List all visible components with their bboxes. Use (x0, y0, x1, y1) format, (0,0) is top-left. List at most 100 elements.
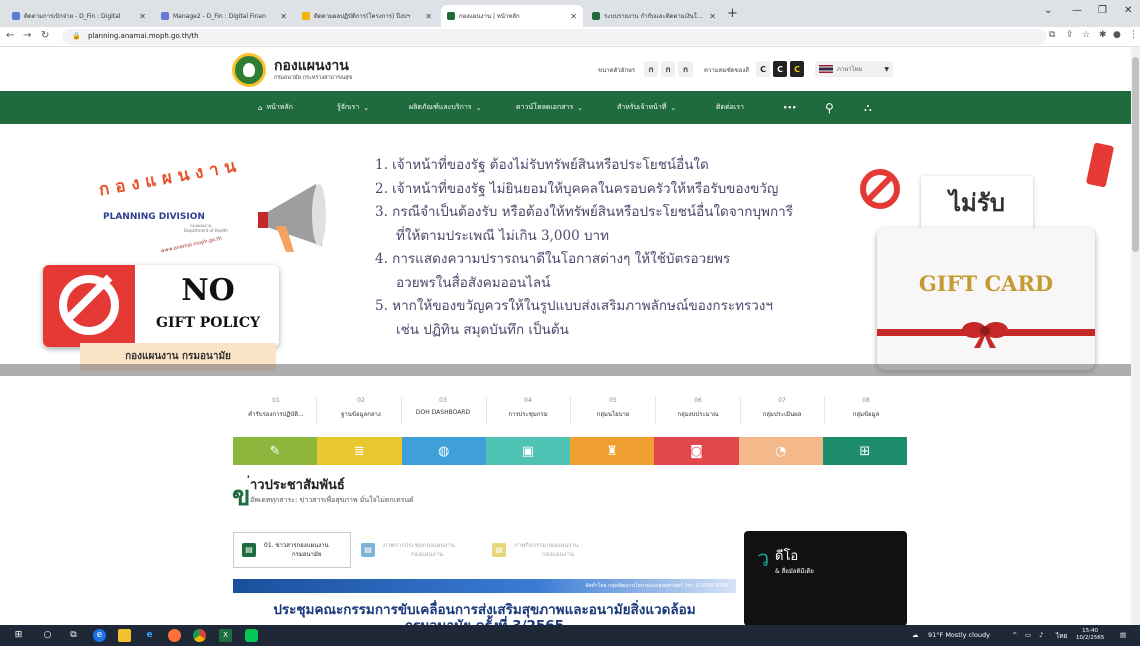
tab-search-icon[interactable]: ⌄ (1044, 5, 1052, 16)
search-icon[interactable]: ⚲ (825, 91, 834, 124)
edge-icon[interactable]: e (93, 629, 106, 642)
url-field[interactable]: 🔒 planning.anamai.moph.go.th/th (62, 29, 1047, 45)
tray-chevron-icon[interactable]: ^ (1012, 631, 1017, 639)
news-tab-title: ภาพกิจกรรมกองแผนงาน (514, 542, 579, 549)
browser-tab[interactable]: Manage2 - D_Fin : Digital Finan ✕ (155, 5, 293, 27)
news-tab-sub: กรมอนามัย (292, 551, 322, 558)
line-icon[interactable] (245, 629, 258, 642)
close-tab-icon[interactable]: ✕ (139, 12, 146, 21)
quick-link-07[interactable]: 07 กลุ่มประเมินผล (738, 397, 826, 419)
money-icon[interactable]: ◙ (654, 437, 739, 465)
contrast-normal-button[interactable]: C (756, 61, 770, 77)
quick-link-03[interactable]: 03 DOH DASHBOARD (399, 397, 487, 416)
video-panel[interactable]: ว ดีโอ & สื่อมัลติมีเดีย (744, 531, 907, 626)
sitemap-icon[interactable]: ⛬ (864, 91, 872, 124)
pie-chart-icon[interactable]: ◔ (738, 437, 823, 465)
edit-icon[interactable]: ✎ (233, 437, 318, 465)
back-icon[interactable]: ← (6, 30, 14, 41)
news-tab[interactable]: ▤ ภาพกิจกรรมกองแผนงาน กองแผนงาน (484, 532, 606, 568)
excel-icon[interactable]: X (219, 629, 232, 642)
news-tab-sub: กองแผนงาน (542, 551, 575, 558)
search-icon[interactable]: ○ (41, 629, 54, 642)
menu-contact[interactable]: ติดต่อเรา (716, 91, 744, 124)
chrome-menu-icon[interactable]: ⋮ (1129, 30, 1138, 40)
maximize-icon[interactable]: ❐ (1098, 5, 1107, 16)
firefox-icon[interactable] (168, 629, 181, 642)
close-tab-icon[interactable]: ✕ (280, 12, 287, 21)
close-tab-icon[interactable]: ✕ (425, 12, 432, 21)
browser-tab[interactable]: ติดตามผลปฏิบัติการ(โครงการ) ปีงบฯ ✕ (296, 5, 438, 27)
rule-item: เช่น ปฏิทิน สมุดบันทึก เป็นต้น (396, 321, 569, 338)
clock-time: 15:40 (1082, 628, 1099, 634)
more-icon[interactable]: ••• (783, 91, 796, 124)
new-tab-icon[interactable]: + (727, 6, 738, 21)
dashboard-icon[interactable]: ◍ (401, 437, 486, 465)
chess-rook-icon[interactable]: ♜ (570, 437, 655, 465)
quick-link-04[interactable]: 04 การประชุมกรม (484, 397, 572, 419)
browser-tab[interactable]: ติดตามการเบิกจ่าย - D_Fin : Digital ✕ (6, 5, 152, 27)
file-explorer-icon[interactable] (118, 629, 131, 642)
language-select[interactable]: ภาษาไทย ▼ (815, 61, 893, 77)
database-icon[interactable]: ≣ (317, 437, 402, 465)
task-view-icon[interactable]: ⧉ (67, 629, 80, 642)
bookmark-star-icon[interactable]: ☆ (1082, 30, 1090, 40)
clock[interactable]: 15:40 10/2/2565 (1076, 628, 1104, 642)
weather-text[interactable]: 91°F Mostly cloudy (928, 631, 990, 639)
extensions-icon[interactable]: ✱ (1099, 30, 1107, 40)
news-tab-text: ภาพการประชุมกองแผนงาน กองแผนงาน (383, 541, 455, 559)
font-size-large-button[interactable]: ก (678, 61, 693, 77)
presentation-icon[interactable]: ▣ (485, 437, 570, 465)
font-size-medium-button[interactable]: ก (661, 61, 675, 77)
quick-link-06[interactable]: 06 กลุ่มงบประมาณ (654, 397, 742, 419)
menu-products[interactable]: ผลิตภัณฑ์และบริการ ⌄ (409, 91, 481, 124)
quick-link-label: กลุ่มนโยบาย (596, 411, 630, 418)
tab-title: Manage2 - D_Fin : Digital Finan (173, 12, 266, 20)
page-scrollbar[interactable] (1131, 47, 1140, 625)
menu-downloads[interactable]: ดาวน์โหลดเอกสาร ⌄ (516, 91, 583, 124)
contrast-yellow-button[interactable]: C (790, 61, 804, 77)
browser-tab[interactable]: ระบบรายงาน กำกับและติดตามเงินในการ ✕ (586, 5, 722, 27)
volume-icon[interactable]: ♪ (1039, 631, 1043, 639)
font-size-small-button[interactable]: ก (644, 61, 658, 77)
slider-dots[interactable]: • • • • • • • • • • • (470, 375, 651, 376)
news-tab-active[interactable]: ▤ 01. ข่าวสารกองแผนงาน กรมอนามัย (233, 532, 351, 568)
quick-link-02[interactable]: 02 ฐานข้อมูลกลาง (317, 397, 405, 419)
translate-icon[interactable]: ⧉ (1049, 30, 1055, 40)
menu-staff[interactable]: สำหรับเจ้าหน้าที่ ⌄ (617, 91, 676, 124)
gift-card-text: GIFT CARD (918, 271, 1054, 296)
address-bar: ← → ↻ 🔒 planning.anamai.moph.go.th/th ⧉ … (0, 27, 1140, 47)
ime-indicator[interactable]: ไทย (1056, 631, 1067, 641)
share-icon[interactable]: ⇪ (1066, 30, 1074, 40)
tab-favicon (447, 12, 455, 20)
menu-home[interactable]: ⌂ หน้าหลัก (258, 91, 293, 124)
table-icon[interactable]: ⊞ (822, 437, 907, 465)
news-banner[interactable]: จัดทำโดย กลุ่มพัฒนานโยบายและยุทธศาสตร์ โ… (233, 579, 736, 626)
quick-link-01[interactable]: 01 คำรับรองการปฏิบัติ... (232, 397, 320, 419)
chevron-down-icon: ▼ (884, 65, 889, 73)
chevron-down-icon: ⌄ (577, 103, 584, 112)
ministry-logo[interactable] (232, 53, 266, 87)
minimize-icon[interactable]: — (1072, 5, 1082, 16)
browser-tab-active[interactable]: กองแผนงาน | หน้าหลัก ✕ (441, 5, 583, 27)
scrollbar-thumb[interactable] (1132, 57, 1139, 252)
close-window-icon[interactable]: ✕ (1124, 5, 1132, 16)
close-tab-icon[interactable]: ✕ (570, 12, 577, 21)
chrome-icon[interactable] (193, 629, 206, 642)
reload-icon[interactable]: ↻ (41, 30, 49, 41)
notifications-icon[interactable]: ▤ (1120, 631, 1126, 639)
forward-icon[interactable]: → (23, 30, 31, 41)
hero-banner[interactable]: กองแผนงาน PLANNING DIVISION กองแผนงาน De… (0, 124, 1140, 376)
internet-explorer-icon[interactable]: e (143, 629, 156, 642)
news-tab[interactable]: ▤ ภาพการประชุมกองแผนงาน กองแผนงาน (353, 532, 477, 568)
weather-icon[interactable]: ☁ (912, 631, 919, 639)
windows-start-icon[interactable]: ⊞ (12, 629, 25, 642)
quick-link-05[interactable]: 05 กลุ่มนโยบาย (569, 397, 657, 419)
profile-avatar-icon[interactable]: ● (1113, 30, 1121, 40)
contrast-dark-button[interactable]: C (773, 61, 787, 77)
thai-flag-icon (819, 65, 833, 73)
main-menu: ⌂ หน้าหลัก รู้จักเรา ⌄ ผลิตภัณฑ์และบริการ ⌄… (0, 91, 1140, 124)
menu-about[interactable]: รู้จักเรา ⌄ (337, 91, 369, 124)
network-icon[interactable]: ▭ (1025, 631, 1031, 639)
quick-link-08[interactable]: 08 กลุ่มข้อมูล (822, 397, 910, 419)
close-tab-icon[interactable]: ✕ (709, 12, 716, 21)
